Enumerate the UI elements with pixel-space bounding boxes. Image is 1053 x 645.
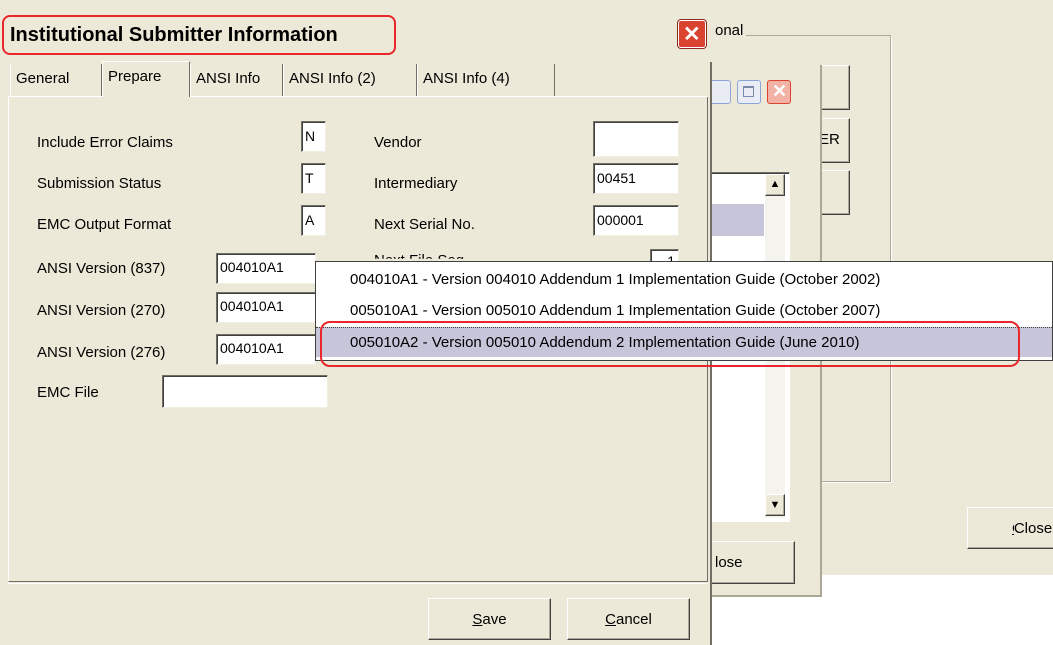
tab-ansi-info-label: ANSI Info	[196, 70, 261, 87]
submission-status-label: Submission Status	[37, 175, 162, 192]
cancel-mnemonic: C	[605, 611, 616, 628]
background-close-rest: Close	[1013, 520, 1053, 537]
cancel-button[interactable]: Cancel	[567, 598, 690, 640]
middle-maximize-button[interactable]	[737, 80, 761, 104]
intermediary-label: Intermediary	[374, 175, 458, 192]
ansi-276-label: ANSI Version (276)	[37, 344, 166, 361]
emc-output-format-label: EMC Output Format	[37, 216, 172, 233]
selected-option-highlight-outline	[320, 321, 1020, 367]
middle-close-button[interactable]: ✕	[767, 80, 791, 104]
dialog-close-button[interactable]: ✕	[678, 20, 706, 48]
save-rest: ave	[482, 611, 507, 628]
include-error-claims-label: Include Error Claims	[37, 134, 173, 151]
emc-file-label: EMC File	[37, 384, 99, 401]
next-serial-no-label: Next Serial No.	[374, 216, 475, 233]
chevron-down-icon: ▼	[769, 499, 781, 511]
tab-ansi-info-2[interactable]: ANSI Info (2)	[283, 64, 417, 96]
cancel-rest: ancel	[615, 611, 652, 628]
vendor-field[interactable]	[593, 121, 679, 157]
dropdown-option-label: 004010A1 - Version 004010 Addendum 1 Imp…	[350, 271, 881, 288]
submission-status-field[interactable]: T	[301, 163, 326, 194]
ansi-837-label: ANSI Version (837)	[37, 260, 166, 277]
save-button[interactable]: Save	[428, 598, 551, 640]
background-button-er-label: ER	[819, 131, 840, 148]
scroll-up-button[interactable]: ▲	[765, 174, 785, 196]
vendor-label: Vendor	[374, 134, 422, 151]
ansi-270-select[interactable]: 004010A1	[216, 292, 316, 323]
maximize-icon	[743, 86, 754, 97]
ansi-276-select[interactable]: 004010A1	[216, 334, 316, 365]
ansi-270-label: ANSI Version (270)	[37, 302, 166, 319]
dropdown-option-004010a1[interactable]: 004010A1 - Version 004010 Addendum 1 Imp…	[316, 265, 1052, 295]
emc-file-field[interactable]	[162, 375, 328, 408]
next-serial-no-field[interactable]: 000001	[593, 205, 679, 236]
tab-prepare-label: Prepare	[108, 68, 162, 85]
ansi-837-select[interactable]: 004010A1	[216, 253, 316, 284]
tab-ansi-info[interactable]: ANSI Info	[190, 64, 283, 96]
background-group-title: onal	[712, 22, 747, 39]
tab-general[interactable]: General	[10, 64, 102, 96]
button-bar-divider	[8, 583, 708, 584]
tab-ansi-info-4[interactable]: ANSI Info (4)	[417, 64, 555, 96]
tab-ansi-info-2-label: ANSI Info (2)	[289, 70, 376, 87]
emc-output-format-field[interactable]: A	[301, 205, 326, 236]
tab-general-label: General	[16, 70, 70, 87]
close-icon: ✕	[683, 23, 701, 46]
close-icon: ✕	[772, 81, 788, 101]
intermediary-field[interactable]: 00451	[593, 163, 679, 194]
scroll-down-button[interactable]: ▼	[765, 494, 785, 516]
title-highlight-outline	[2, 15, 396, 55]
save-mnemonic: S	[472, 611, 483, 628]
chevron-up-icon: ▲	[769, 178, 781, 190]
middle-close-label-button[interactable]: lose	[700, 541, 795, 584]
tab-ansi-info-4-label: ANSI Info (4)	[423, 70, 510, 87]
dropdown-option-label: 005010A1 - Version 005010 Addendum 1 Imp…	[350, 302, 881, 319]
tab-prepare[interactable]: Prepare	[102, 61, 190, 97]
middle-close-label: lose	[715, 554, 743, 571]
background-close-button[interactable]: CClose	[967, 507, 1053, 549]
include-error-claims-field[interactable]: N	[301, 121, 326, 152]
